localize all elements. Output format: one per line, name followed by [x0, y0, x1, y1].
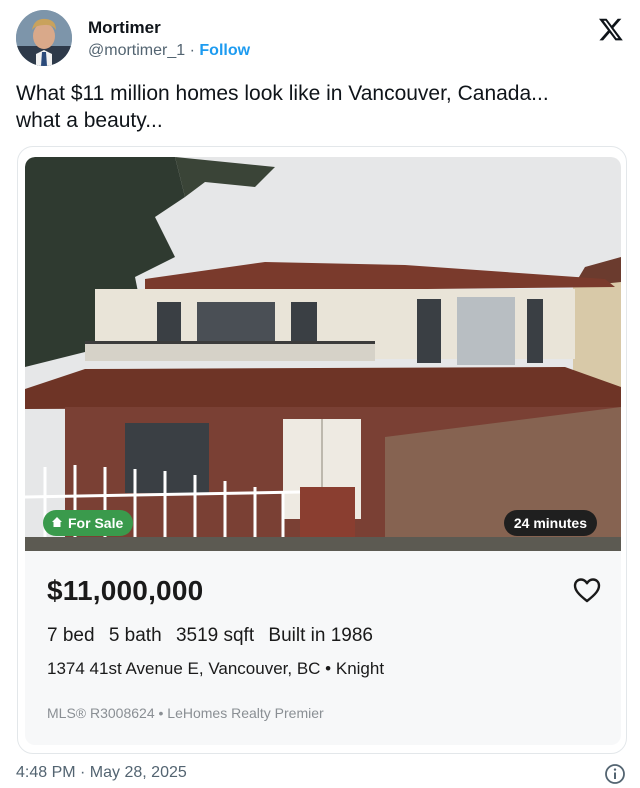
- sqft-value: 3519 sqft: [175, 625, 255, 646]
- follow-button[interactable]: Follow: [199, 42, 250, 59]
- listing-card[interactable]: For Sale 24 minutes $11,000,000 7 bed 5 …: [25, 157, 621, 745]
- listing-address: 1374 41st Avenue E, Vancouver, BC • Knig…: [47, 659, 385, 678]
- tweet-header: Mortimer @mortimer_1 · Follow: [16, 10, 624, 68]
- time-badge: 24 minutes: [503, 510, 597, 536]
- avatar[interactable]: [16, 10, 72, 66]
- media-card[interactable]: For Sale 24 minutes $11,000,000 7 bed 5 …: [17, 146, 627, 754]
- tweet-text-line-2: what a beauty...: [16, 109, 163, 132]
- home-icon: [51, 515, 63, 531]
- heart-icon[interactable]: [573, 577, 601, 603]
- house-photo[interactable]: [25, 157, 621, 551]
- listing-specs: 7 bed 5 bath 3519 sqft Built in 1986: [47, 625, 382, 647]
- author-name[interactable]: Mortimer: [88, 18, 161, 38]
- for-sale-label: For Sale: [68, 515, 124, 531]
- info-icon[interactable]: [604, 763, 626, 785]
- tweet-text-line-1: What $11 million homes look like in Vanc…: [16, 82, 549, 105]
- baths-value: 5 bath: [108, 625, 162, 646]
- for-sale-badge: For Sale: [43, 510, 134, 536]
- author-handle[interactable]: @mortimer_1: [88, 42, 185, 59]
- built-year: Built in 1986: [268, 625, 373, 646]
- mls-info: MLS® R3008624 • LeHomes Realty Premier: [47, 705, 324, 721]
- tweet-text: What $11 million homes look like in Vanc…: [16, 80, 616, 134]
- tweet-timestamp[interactable]: 4:48 PM · May 28, 2025: [16, 764, 187, 782]
- listing-price: $11,000,000: [47, 575, 204, 606]
- separator: ·: [189, 42, 195, 59]
- author-handle-row: @mortimer_1 · Follow: [88, 42, 250, 60]
- beds-value: 7 bed: [47, 625, 95, 646]
- x-logo-icon[interactable]: [598, 16, 624, 42]
